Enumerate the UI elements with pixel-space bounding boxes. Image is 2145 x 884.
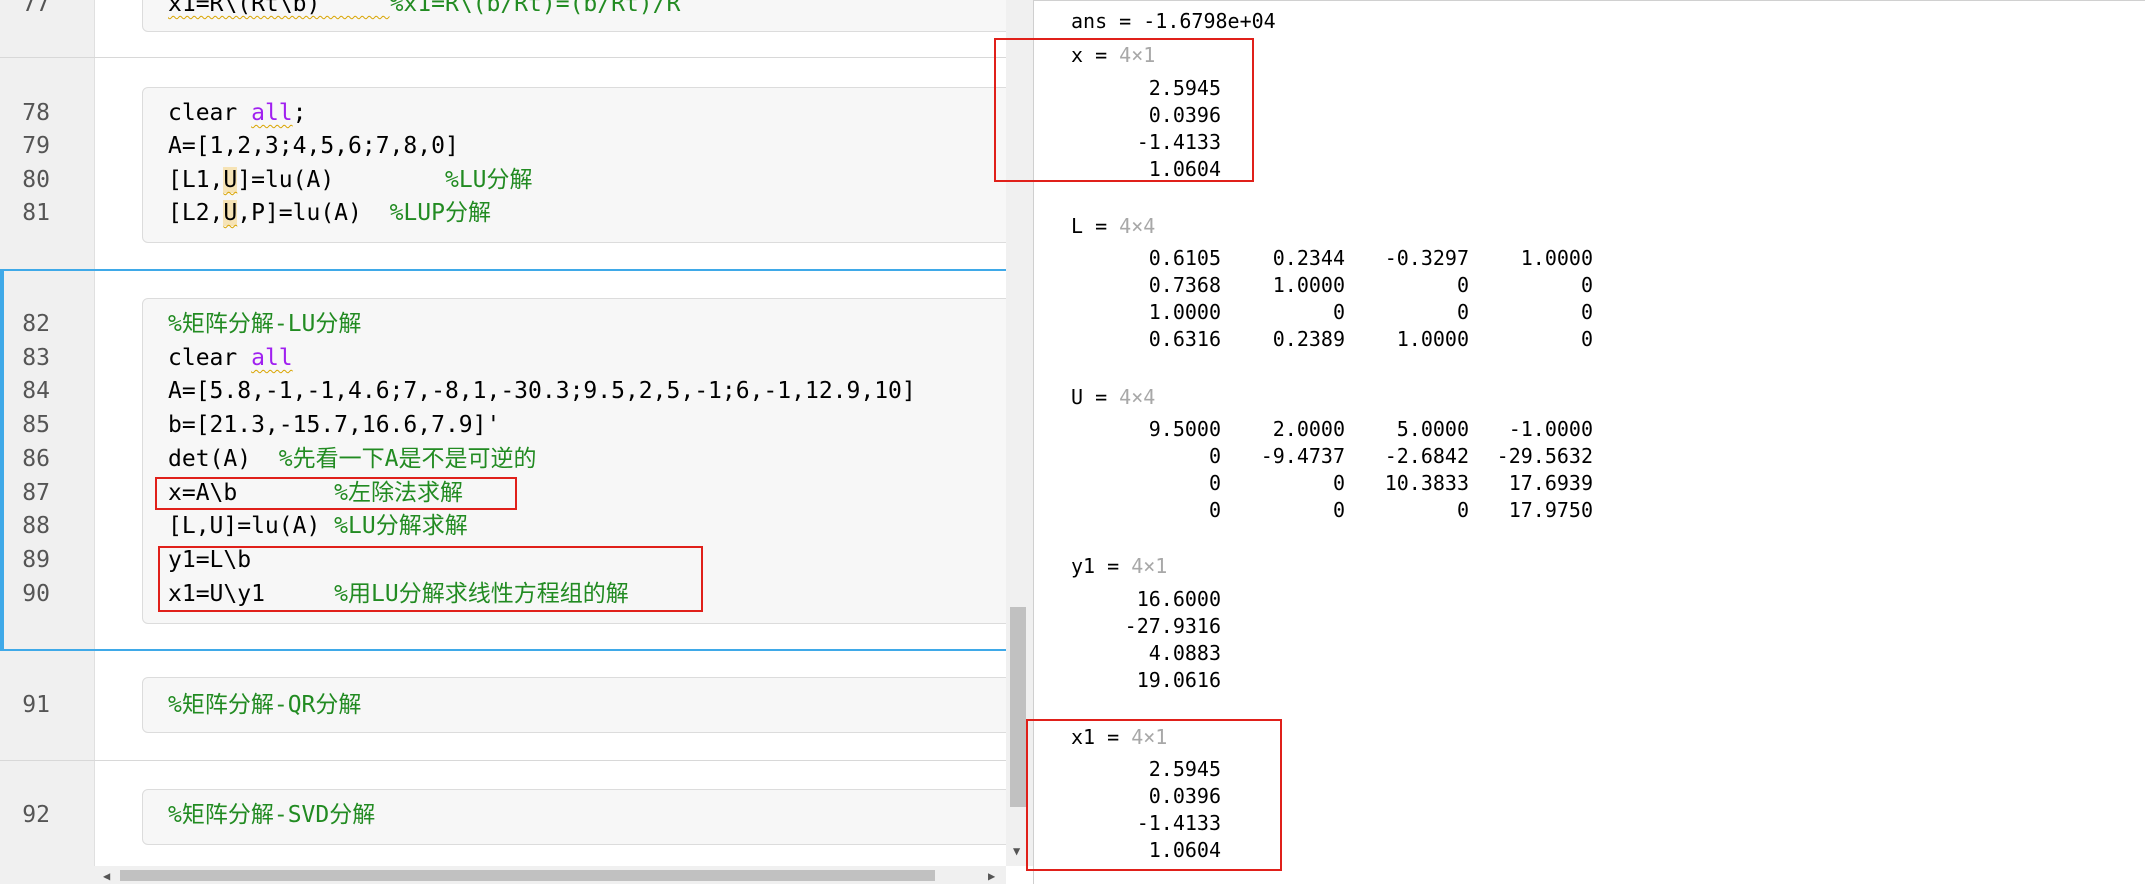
ans-output: ans = -1.6798e+04 (1071, 9, 1276, 33)
line-number: 90 (22, 581, 50, 607)
U-cell: -2.6842 (1384, 444, 1469, 468)
annotation-box-x1-result (1026, 719, 1282, 871)
live-editor[interactable]: 77 x1=R\(Rt\b) %x1=R\(b/Rt)=(b/Rt)/R 78 … (0, 0, 1033, 884)
L-cell: 0 (1332, 300, 1345, 324)
horizontal-scrollbar-thumb[interactable] (120, 870, 935, 881)
section-divider (0, 57, 1006, 58)
L-cell: -0.3297 (1384, 246, 1469, 270)
line-number: 79 (22, 133, 50, 159)
L-cell: 1.0000 (1272, 273, 1345, 297)
L-cell: 0.6316 (1148, 327, 1221, 351)
L-cell: 0.7368 (1148, 273, 1221, 297)
U-cell: 9.5000 (1148, 417, 1221, 441)
line-number: 86 (22, 446, 50, 472)
code-line[interactable]: [L,U]=lu(A) %LU分解求解 (168, 510, 468, 543)
L-cell: 1.0000 (1148, 300, 1221, 324)
y1-value: 4.0883 (1148, 641, 1221, 665)
variable-header-L: L = 4×4 (1071, 214, 1156, 238)
U-cell: 17.6939 (1508, 471, 1593, 495)
code-line[interactable]: A=[1,2,3;4,5,6;7,8,0] (168, 130, 459, 163)
line-number: 91 (22, 692, 50, 718)
U-cell: 5.0000 (1396, 417, 1469, 441)
U-cell: 0 (1332, 471, 1345, 495)
L-cell: 0 (1456, 273, 1469, 297)
variable-header-y1: y1 = 4×1 (1071, 554, 1168, 578)
scroll-left-arrow-icon[interactable]: ◀ (103, 870, 110, 882)
U-cell: -1.0000 (1508, 417, 1593, 441)
line-number: 92 (22, 802, 50, 828)
line-number: 77 (22, 0, 50, 17)
annotation-box-left-division (155, 477, 517, 510)
command-window-output[interactable]: ans = -1.6798e+04 x = 4×1 2.5945 0.0396 … (994, 0, 2145, 884)
line-number: 89 (22, 547, 50, 573)
line-number: 81 (22, 200, 50, 226)
L-cell: 1.0000 (1396, 327, 1469, 351)
line-number: 85 (22, 412, 50, 438)
code-line[interactable]: %矩阵分解-SVD分解 (168, 799, 375, 832)
line-number: 83 (22, 345, 50, 371)
U-cell: 10.3833 (1384, 471, 1469, 495)
L-cell: 0 (1580, 300, 1593, 324)
U-cell: 17.9750 (1508, 498, 1593, 522)
y1-value: -27.9316 (1124, 614, 1221, 638)
L-cell: 0 (1456, 300, 1469, 324)
line-number: 78 (22, 100, 50, 126)
U-cell: 2.0000 (1272, 417, 1345, 441)
scroll-right-arrow-icon[interactable]: ▶ (988, 870, 995, 882)
variable-header-U: U = 4×4 (1071, 385, 1156, 409)
line-number: 87 (22, 480, 50, 506)
section-divider (0, 760, 1006, 761)
scroll-down-arrow-icon[interactable]: ▼ (1013, 845, 1020, 857)
code-line[interactable]: clear all (168, 342, 293, 375)
annotation-box-lu-solve (158, 546, 703, 612)
U-cell: 0 (1456, 498, 1469, 522)
L-cell: 0.2389 (1272, 327, 1345, 351)
line-number: 84 (22, 378, 50, 404)
line-number: 80 (22, 167, 50, 193)
code-line[interactable]: x1=R\(Rt\b) %x1=R\(b/Rt)=(b/Rt)/R (168, 0, 680, 21)
line-number: 82 (22, 311, 50, 337)
panel-border (1034, 0, 2145, 1)
L-cell: 0 (1580, 327, 1593, 351)
code-line[interactable]: det(A) %先看一下A是不是可逆的 (168, 443, 536, 476)
annotation-box-x-result (994, 38, 1254, 182)
U-cell: -29.5632 (1496, 444, 1593, 468)
y1-value: 16.6000 (1136, 587, 1221, 611)
code-line[interactable]: [L1,U]=lu(A) %LU分解 (168, 164, 533, 197)
active-section-divider (0, 649, 1006, 651)
L-cell: 0 (1580, 273, 1593, 297)
U-cell: -9.4737 (1260, 444, 1345, 468)
code-line[interactable]: %矩阵分解-LU分解 (168, 308, 361, 341)
L-cell: 0.6105 (1148, 246, 1221, 270)
line-number: 88 (22, 513, 50, 539)
y1-value: 19.0616 (1136, 668, 1221, 692)
U-cell: 0 (1332, 498, 1345, 522)
L-cell: 1.0000 (1520, 246, 1593, 270)
code-line[interactable]: clear all; (168, 97, 307, 130)
L-cell: 0.2344 (1272, 246, 1345, 270)
U-cell: 0 (1208, 471, 1221, 495)
active-section-divider (0, 269, 1006, 271)
vertical-scrollbar-thumb[interactable] (1010, 607, 1026, 807)
code-line[interactable]: b=[21.3,-15.7,16.6,7.9]' (168, 409, 500, 442)
code-line[interactable]: [L2,U,P]=lu(A) %LUP分解 (168, 197, 491, 230)
code-line[interactable]: %矩阵分解-QR分解 (168, 689, 361, 722)
U-cell: 0 (1208, 498, 1221, 522)
code-line[interactable]: A=[5.8,-1,-1,4.6;7,-8,1,-30.3;9.5,2,5,-1… (168, 375, 916, 408)
U-cell: 0 (1208, 444, 1221, 468)
